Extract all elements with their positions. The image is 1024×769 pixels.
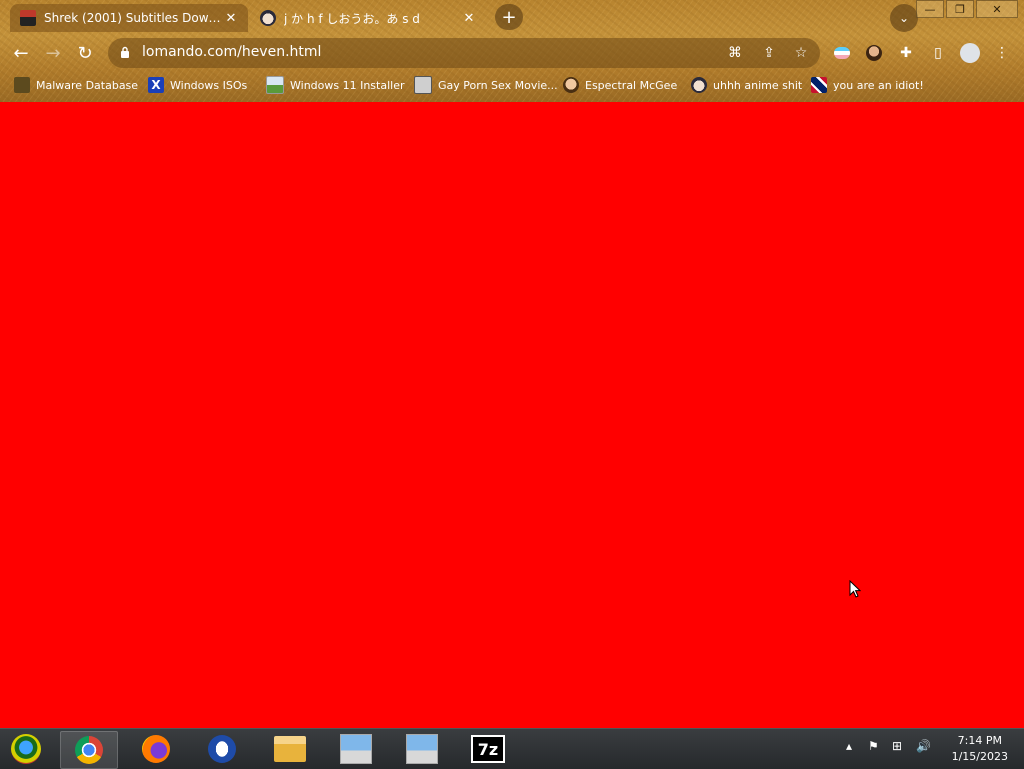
volume-icon[interactable]: 🔊 — [916, 739, 931, 753]
toolbar: ← → ↻ lomando.com/heven.html ⌘ ⇪ ☆ ✚ ▯ ⋮ — [0, 36, 1024, 70]
new-tab-button[interactable]: + — [495, 4, 523, 30]
bug-icon — [14, 77, 30, 93]
action-center-flag-icon[interactable]: ⚑ — [868, 739, 879, 753]
bookmark-you-are-an-idiot[interactable]: you are an idiot! — [811, 75, 924, 95]
windows-start-icon — [11, 734, 41, 764]
subtitles-favicon-icon — [20, 10, 36, 26]
box-icon — [414, 76, 432, 94]
extension-avatar-icon[interactable] — [862, 41, 886, 65]
firefox-icon — [142, 735, 170, 763]
clock[interactable]: 7:14 PM 1/15/2023 — [952, 733, 1008, 765]
bookmark-gay-porn-sex-movie[interactable]: Gay Porn Sex Movie... — [414, 75, 558, 95]
back-button[interactable]: ← — [8, 40, 34, 66]
bookmark-label: Gay Porn Sex Movie... — [438, 78, 558, 92]
flag-icon — [811, 77, 827, 93]
clock-date: 1/15/2023 — [951, 750, 1008, 763]
restore-button[interactable]: ❐ — [946, 0, 974, 18]
bookmark-label: you are an idiot! — [833, 78, 924, 92]
clock-time: 7:14 PM — [957, 734, 1002, 747]
bookmarks-bar: Malware Database X Windows ISOs Windows … — [0, 72, 1024, 98]
anime-icon — [691, 77, 707, 93]
taskbar-chrome[interactable] — [60, 731, 118, 769]
close-tab-icon[interactable]: ✕ — [460, 9, 478, 27]
forward-button[interactable]: → — [40, 40, 66, 66]
bookmark-label: uhhh anime shit — [713, 78, 803, 92]
address-bar[interactable]: lomando.com/heven.html ⌘ ⇪ ☆ — [108, 38, 820, 68]
minimize-button[interactable]: — — [916, 0, 944, 18]
7zip-icon: 7z — [471, 735, 505, 763]
profile-icon[interactable] — [958, 41, 982, 65]
close-tab-icon[interactable]: ✕ — [222, 9, 240, 27]
bookmark-espectral-mcgee[interactable]: Espectral McGee — [563, 75, 677, 95]
folder-icon — [274, 736, 306, 762]
bookmark-label: Espectral McGee — [585, 78, 678, 92]
taskbar-opera[interactable] — [194, 731, 250, 767]
tab-japanese[interactable]: j か h f しおうお。あ s d ✕ — [250, 4, 486, 32]
window-controls: — ❐ ✕ — [914, 0, 1018, 18]
tab-shrek-subtitles[interactable]: Shrek (2001) Subtitles Download ✕ — [10, 4, 248, 32]
reload-button[interactable]: ↻ — [72, 40, 98, 66]
chrome-icon — [75, 736, 103, 764]
x-icon: X — [148, 77, 164, 93]
start-button[interactable] — [4, 731, 48, 767]
close-window-button[interactable]: ✕ — [976, 0, 1018, 18]
bookmark-star-icon[interactable]: ☆ — [792, 44, 810, 62]
mouse-cursor-icon — [849, 580, 861, 598]
bookmark-windows-11-installer[interactable]: Windows 11 Installer — [266, 75, 405, 95]
installer-icon — [340, 734, 372, 764]
tab-title: j か h f しおうお。あ s d — [284, 11, 420, 26]
taskbar-file-explorer[interactable] — [262, 731, 318, 767]
taskbar-installer-2[interactable] — [394, 731, 450, 767]
bookmark-uhhh-anime-shit[interactable]: uhhh anime shit — [691, 75, 802, 95]
share-icon[interactable]: ⇪ — [760, 44, 778, 62]
taskbar-7zip[interactable]: 7z — [460, 731, 516, 767]
opera-icon — [208, 735, 236, 763]
bookmark-malware-database[interactable]: Malware Database — [14, 75, 138, 95]
taskbar-firefox[interactable] — [128, 731, 184, 767]
installer-icon — [406, 734, 438, 764]
extensions-puzzle-icon[interactable]: ✚ — [894, 41, 918, 65]
menu-kebab-icon[interactable]: ⋮ — [990, 41, 1014, 65]
taskbar: 7z ▴ ⚑ ⊞ 🔊 7:14 PM 1/15/2023 — [0, 728, 1024, 769]
face-icon — [563, 77, 579, 93]
page-content — [0, 102, 1024, 728]
side-panel-icon[interactable]: ▯ — [926, 41, 950, 65]
url-text: lomando.com/heven.html — [142, 44, 322, 60]
image-icon — [266, 76, 284, 94]
show-hidden-icons-icon[interactable]: ▴ — [846, 739, 852, 753]
bookmark-label: Malware Database — [36, 78, 139, 92]
taskbar-installer-1[interactable] — [328, 731, 384, 767]
bookmark-label: Windows ISOs — [170, 78, 248, 92]
extension-flag-icon[interactable] — [830, 41, 854, 65]
lock-icon — [121, 46, 129, 58]
tab-strip: Shrek (2001) Subtitles Download ✕ j か h … — [0, 0, 1024, 34]
browser-chrome: Shrek (2001) Subtitles Download ✕ j か h … — [0, 0, 1024, 102]
bookmark-label: Windows 11 Installer — [290, 78, 405, 92]
bookmark-windows-isos[interactable]: X Windows ISOs — [148, 75, 247, 95]
anime-favicon-icon — [260, 10, 276, 26]
network-icon[interactable]: ⊞ — [892, 739, 902, 753]
translate-icon[interactable]: ⌘ — [726, 44, 744, 62]
tab-title: Shrek (2001) Subtitles Download — [44, 11, 222, 25]
